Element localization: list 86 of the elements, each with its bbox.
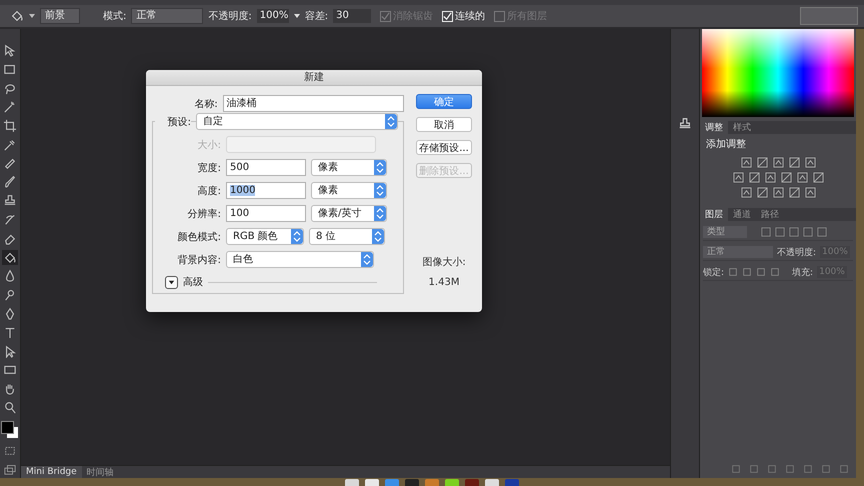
color-mode-dropdown[interactable]: RGB 颜色 xyxy=(226,228,304,245)
tolerance-label: 容差: xyxy=(304,10,328,23)
opacity-field[interactable]: 100% xyxy=(256,9,289,23)
adjustment-icon[interactable] xyxy=(812,172,824,183)
panel-tab[interactable]: 调整 xyxy=(700,121,728,134)
color-spectrum[interactable] xyxy=(702,29,854,117)
dimension-label: 分辨率: xyxy=(186,208,221,220)
adjustment-icon[interactable] xyxy=(804,187,816,198)
adjustment-icon[interactable] xyxy=(772,157,784,168)
adjustment-icon[interactable] xyxy=(756,157,768,168)
size-label: 大小: xyxy=(196,138,221,152)
caret-icon xyxy=(167,278,176,286)
name-field[interactable]: 油漆桶 xyxy=(222,95,404,112)
lock-label: 锁定: xyxy=(703,266,724,278)
crop-icon[interactable] xyxy=(2,118,18,134)
dialog-title: 新建 xyxy=(146,70,482,86)
advanced-toggle[interactable] xyxy=(165,276,178,288)
adjustment-icon[interactable] xyxy=(780,172,792,183)
panel-tab[interactable]: 样式 xyxy=(728,121,756,134)
adjustment-icon[interactable] xyxy=(804,157,816,168)
panel-tab[interactable]: 图层 xyxy=(700,208,728,221)
caret-icon[interactable] xyxy=(294,14,300,18)
mode-dropdown[interactable]: 正常 xyxy=(131,8,204,24)
move-icon[interactable] xyxy=(2,43,18,59)
bucket-icon[interactable] xyxy=(2,250,18,266)
dimension-label: 高度: xyxy=(196,184,221,198)
adjustment-icon[interactable] xyxy=(732,172,744,183)
check-icon xyxy=(443,12,452,20)
lock-option-icon[interactable] xyxy=(756,267,766,277)
brush-icon[interactable] xyxy=(2,174,18,190)
opacity-label: 不透明度: xyxy=(208,10,252,23)
dimension-field[interactable]: 1000 xyxy=(226,182,306,199)
adjustment-icon[interactable] xyxy=(788,187,800,198)
image-size-value: 1.43M xyxy=(428,277,460,288)
adjustment-icon[interactable] xyxy=(788,157,800,168)
background-label: 背景内容: xyxy=(176,254,221,266)
stepper-icon xyxy=(374,160,386,175)
lock-option-icon[interactable] xyxy=(742,267,752,277)
fill-label: 填充: xyxy=(792,266,814,278)
dimension-field[interactable]: 100 xyxy=(226,205,306,222)
preset-dropdown[interactable]: 自定 xyxy=(196,113,398,130)
stepper-icon xyxy=(385,114,397,129)
stepper-icon xyxy=(374,206,386,221)
fill-source-dropdown[interactable]: 前景 xyxy=(40,8,80,24)
dimension-field[interactable]: 500 xyxy=(226,159,306,176)
unit-dropdown[interactable]: 像素 xyxy=(311,182,387,199)
tolerance-field[interactable]: 30 xyxy=(333,9,372,23)
adjustment-icon[interactable] xyxy=(748,172,760,183)
opacity-label: 不透明度: xyxy=(777,246,816,258)
stepper-icon xyxy=(291,229,303,244)
caret-icon[interactable] xyxy=(29,14,35,18)
adjustment-icon[interactable] xyxy=(764,172,776,183)
bucket-icon[interactable] xyxy=(10,9,24,23)
panel-title: 添加调整 xyxy=(706,138,747,151)
adjustment-icon[interactable] xyxy=(796,172,808,183)
background-dropdown[interactable]: 白色 xyxy=(226,251,374,268)
option-checkbox[interactable]: 连续的 xyxy=(442,9,486,23)
panel-tab[interactable]: Mini Bridge xyxy=(21,466,82,478)
dialog-button[interactable]: 取消 xyxy=(416,117,472,132)
preset-label: 预设: xyxy=(155,114,191,128)
stepper-icon xyxy=(372,229,384,244)
adjustment-icon[interactable] xyxy=(756,187,768,198)
unit-dropdown[interactable]: 像素/英寸 xyxy=(311,205,387,222)
lock-option-icon[interactable] xyxy=(770,267,780,277)
panel-tab[interactable]: 路径 xyxy=(756,208,784,221)
adjustment-icon[interactable] xyxy=(740,157,752,168)
foreground-swatch[interactable] xyxy=(1,420,14,434)
image-size-label: 图像大小: xyxy=(422,256,466,269)
panel-tab[interactable]: 时间轴 xyxy=(82,466,119,478)
adjustment-icon[interactable] xyxy=(740,187,752,198)
color-mode-label: 颜色模式: xyxy=(176,230,221,244)
panel-tab[interactable]: 通道 xyxy=(728,208,756,221)
name-label: 名称: xyxy=(193,98,218,110)
advanced-label: 高级 xyxy=(183,276,203,289)
stepper-icon xyxy=(374,183,386,198)
lock-option-icon[interactable] xyxy=(728,267,738,277)
stepper-icon xyxy=(361,252,373,267)
unit-dropdown[interactable]: 像素 xyxy=(311,159,387,176)
stamp-icon[interactable] xyxy=(678,117,692,131)
adjustment-icon[interactable] xyxy=(772,187,784,198)
check-icon xyxy=(381,12,390,20)
mode-label: 模式: xyxy=(103,10,126,23)
zoom-icon[interactable] xyxy=(2,400,18,416)
bit-depth-dropdown[interactable]: 8 位 xyxy=(309,228,385,245)
dimension-label: 宽度: xyxy=(196,162,221,174)
dialog-button[interactable]: 存储预设... xyxy=(416,140,472,155)
